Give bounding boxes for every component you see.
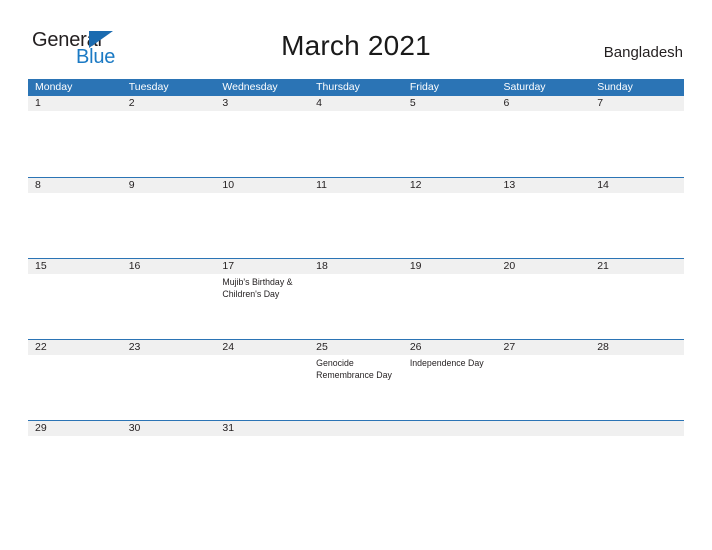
day-number: 22 <box>35 341 47 353</box>
calendar-day-cell[interactable]: 2 <box>122 96 216 177</box>
day-number: 9 <box>128 179 135 191</box>
day-number: 6 <box>503 97 510 109</box>
calendar-day-cell[interactable]: 6 <box>497 96 591 177</box>
day-number: 17 <box>222 260 235 272</box>
calendar-day-cell[interactable]: 12 <box>403 178 497 258</box>
day-number: 4 <box>316 97 322 109</box>
day-number: 7 <box>597 97 604 109</box>
calendar-week-row: 1 2 3 4 5 6 7 <box>28 96 684 177</box>
calendar-day-cell[interactable]: 4 <box>309 96 403 177</box>
day-event-text: Remembrance Day <box>316 369 392 380</box>
day-number: 26 <box>409 341 422 353</box>
calendar-week-cells: 29 30 31 <box>28 421 684 501</box>
calendar-day-cell[interactable]: 15 <box>28 259 122 339</box>
day-number: 16 <box>128 260 141 272</box>
calendar-day-cell[interactable]: 23 <box>122 340 216 420</box>
calendar-day-cell[interactable]: 14 <box>590 178 684 258</box>
page-header: General Blue March 2021 Bangladesh <box>0 0 712 76</box>
calendar-day-cell[interactable]: 26 Independence Day <box>403 340 497 420</box>
calendar-day-cell[interactable]: 30 <box>122 421 216 501</box>
weekday-header-wednesday: Wednesday <box>222 81 278 93</box>
calendar-day-cell[interactable]: 25 Genocide Remembrance Day <box>309 340 403 420</box>
calendar-day-cell[interactable]: 18 <box>309 259 403 339</box>
calendar-day-cell[interactable]: 17 Mujib's Birthday & Children's Day <box>215 259 309 339</box>
day-number: 29 <box>35 422 47 434</box>
calendar-day-cell[interactable]: 10 <box>215 178 309 258</box>
weekday-header-saturday: Saturday <box>503 81 546 93</box>
calendar-day-cell[interactable]: 21 <box>590 259 684 339</box>
weekday-header-sunday: Sunday <box>597 81 633 93</box>
calendar-day-cell[interactable] <box>403 421 497 501</box>
calendar-day-cell[interactable]: 31 <box>215 421 309 501</box>
day-number: 24 <box>222 341 235 353</box>
day-event-list: Mujib's Birthday & Children's Day <box>222 277 309 300</box>
day-event-list: Independence Day <box>410 358 497 370</box>
calendar-day-cell[interactable]: 1 <box>28 96 122 177</box>
day-number: 25 <box>316 341 328 353</box>
day-number: 21 <box>597 260 609 272</box>
calendar-week-row: 8 9 10 11 12 13 14 <box>28 177 684 258</box>
day-event-list: Genocide Remembrance Day <box>316 358 403 381</box>
calendar-day-cell[interactable]: 24 <box>215 340 309 420</box>
calendar-day-cell[interactable]: 7 <box>590 96 684 177</box>
day-number: 31 <box>222 422 235 434</box>
calendar-day-cell[interactable]: 13 <box>497 178 591 258</box>
calendar-day-cell[interactable]: 22 <box>28 340 122 420</box>
day-number: 15 <box>35 260 47 272</box>
calendar-week-cells: 22 23 24 25 Genocide Remembrance Day 26 Indepen… <box>28 340 684 420</box>
calendar-day-cell[interactable]: 20 <box>497 259 591 339</box>
day-number: 2 <box>128 97 135 109</box>
calendar-day-cell[interactable] <box>497 421 591 501</box>
day-number: 13 <box>503 179 516 191</box>
day-number: 12 <box>409 179 422 191</box>
day-number: 20 <box>503 260 516 272</box>
weekday-header-tuesday: Tuesday <box>128 81 169 93</box>
day-event-text: Mujib's Birthday & <box>222 277 293 287</box>
day-number: 19 <box>409 260 422 272</box>
day-number: 3 <box>222 97 229 109</box>
day-number: 10 <box>222 179 235 191</box>
day-number: 8 <box>35 179 41 191</box>
calendar-day-cell[interactable]: 8 <box>28 178 122 258</box>
calendar-week-cells: 1 2 3 4 5 6 7 <box>28 96 684 177</box>
calendar-day-cell[interactable]: 16 <box>122 259 216 339</box>
calendar-week-cells: 8 9 10 11 12 13 14 <box>28 178 684 258</box>
calendar-day-cell[interactable]: 28 <box>590 340 684 420</box>
calendar-week-row: 15 16 17 Mujib's Birthday & Children's Day 18… <box>28 258 684 339</box>
day-number: 27 <box>503 341 516 353</box>
calendar-day-cell[interactable]: 9 <box>122 178 216 258</box>
day-number: 18 <box>316 260 328 272</box>
day-number: 30 <box>128 422 141 434</box>
calendar-day-cell[interactable]: 29 <box>28 421 122 501</box>
day-number: 5 <box>409 97 416 109</box>
calendar-week-row: 29 30 31 <box>28 420 684 501</box>
calendar-grid: Monday Tuesday Wednesday Thursday Friday… <box>28 79 684 501</box>
calendar-week-cells: 15 16 17 Mujib's Birthday & Children's Day 18… <box>28 259 684 339</box>
weekday-header-monday: Monday <box>35 81 73 93</box>
country-label: Bangladesh <box>603 44 683 61</box>
day-number: 28 <box>597 341 609 353</box>
calendar-day-cell[interactable]: 3 <box>215 96 309 177</box>
calendar-weeks: 1 2 3 4 5 6 7 8 9 10 11 12 13 14 15 16 17 Mujib's Birthda… <box>28 96 684 501</box>
day-number: 23 <box>128 341 141 353</box>
calendar-day-cell[interactable]: 27 <box>497 340 591 420</box>
day-event-text: Genocide <box>316 358 354 368</box>
calendar-day-cell[interactable]: 5 <box>403 96 497 177</box>
weekday-header-row: Monday Tuesday Wednesday Thursday Friday… <box>28 79 684 96</box>
day-number: 11 <box>316 179 328 191</box>
day-event-text: Independence Day <box>409 358 484 368</box>
calendar-week-row: 22 23 24 25 Genocide Remembrance Day 26 Indepen… <box>28 339 684 420</box>
calendar-day-cell[interactable] <box>590 421 684 501</box>
day-number: 14 <box>597 179 609 191</box>
day-number: 1 <box>35 97 41 109</box>
day-event-text: Children's Day <box>222 288 280 299</box>
weekday-header-thursday: Thursday <box>316 81 360 93</box>
weekday-header-friday: Friday <box>409 81 439 93</box>
calendar-day-cell[interactable]: 19 <box>403 259 497 339</box>
calendar-day-cell[interactable]: 11 <box>309 178 403 258</box>
calendar-day-cell[interactable] <box>309 421 403 501</box>
